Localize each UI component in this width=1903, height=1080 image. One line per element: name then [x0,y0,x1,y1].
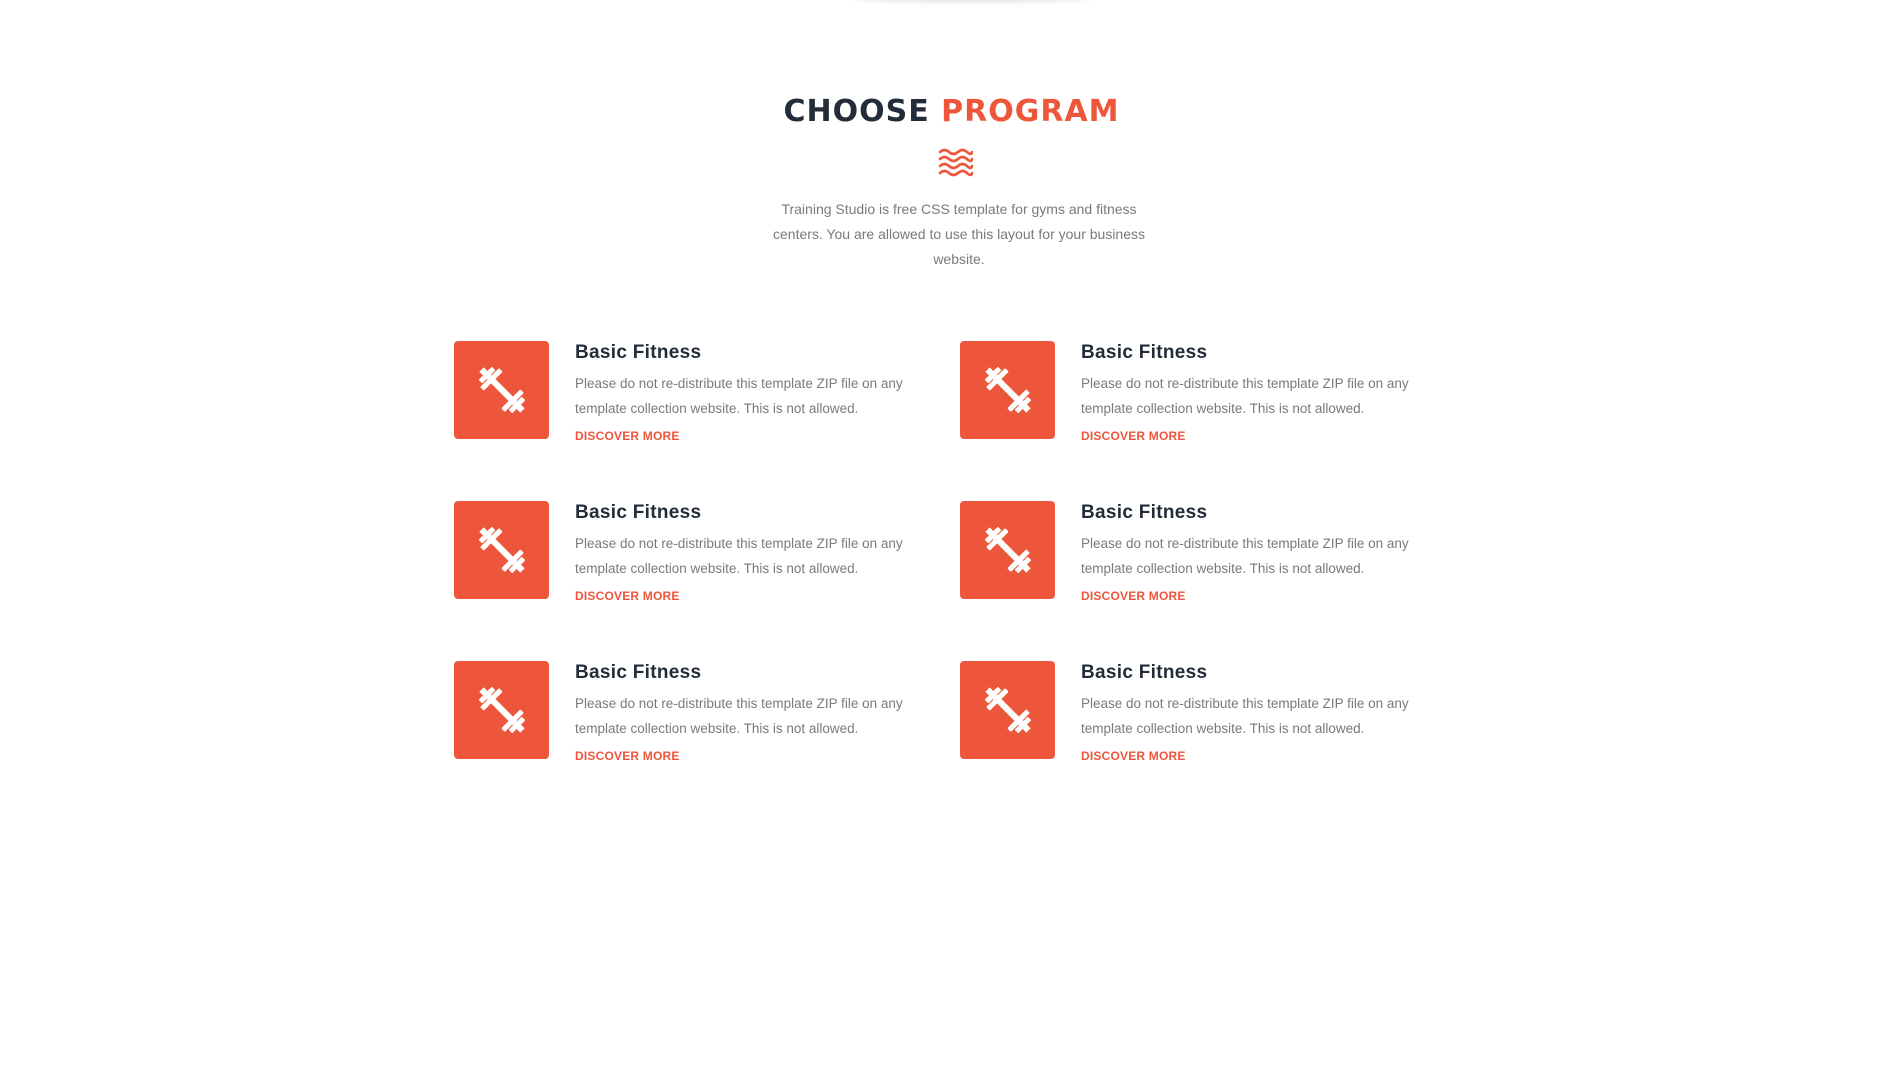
program-description: Please do not re-distribute this templat… [575,536,903,576]
program-icon-box [454,501,549,599]
discover-more-link[interactable]: DISCOVER MORE [1081,749,1186,763]
program-item: Basic Fitness Please do not re-distribut… [454,341,934,461]
program-title: Basic Fitness [575,662,702,683]
program-icon-box [454,661,549,759]
section-title-dark: CHOOSE [783,94,930,129]
dumbbell-icon [984,527,1031,573]
discover-more-link[interactable]: DISCOVER MORE [575,749,680,763]
program-title: Basic Fitness [1081,502,1208,523]
discover-more-link[interactable]: DISCOVER MORE [575,429,680,443]
program-description: Please do not re-distribute this templat… [1081,376,1409,416]
choose-program-page: CHOOSE PROGRAM Training Studio is free C… [0,0,1903,1080]
program-item: Basic Fitness Please do not re-distribut… [454,501,934,621]
program-title: Basic Fitness [1081,342,1208,363]
program-icon-box [454,341,549,439]
discover-more-link[interactable]: DISCOVER MORE [1081,429,1186,443]
program-title: Basic Fitness [1081,662,1208,683]
program-icon-box [960,341,1055,439]
program-description: Please do not re-distribute this templat… [1081,536,1409,576]
program-item: Basic Fitness Please do not re-distribut… [960,341,1440,461]
discover-more-link[interactable]: DISCOVER MORE [1081,589,1186,603]
dumbbell-icon [478,687,525,733]
program-item: Basic Fitness Please do not re-distribut… [960,661,1440,781]
program-icon-box [960,661,1055,759]
dumbbell-icon [478,367,525,413]
program-description: Please do not re-distribute this templat… [575,376,903,416]
dumbbell-icon [984,367,1031,413]
section-intro: Training Studio is free CSS template for… [773,201,1145,267]
section-title-accent: PROGRAM [941,94,1120,129]
program-description: Please do not re-distribute this templat… [575,696,903,736]
program-icon-box [960,501,1055,599]
program-title: Basic Fitness [575,342,702,363]
dumbbell-icon [984,687,1031,733]
section-title: CHOOSE PROGRAM [0,94,1903,130]
discover-more-link[interactable]: DISCOVER MORE [575,589,680,603]
dumbbell-icon [478,527,525,573]
program-title: Basic Fitness [575,502,702,523]
waves-icon [938,148,974,177]
program-description: Please do not re-distribute this templat… [1081,696,1409,736]
program-item: Basic Fitness Please do not re-distribut… [454,661,934,781]
program-item: Basic Fitness Please do not re-distribut… [960,501,1440,621]
